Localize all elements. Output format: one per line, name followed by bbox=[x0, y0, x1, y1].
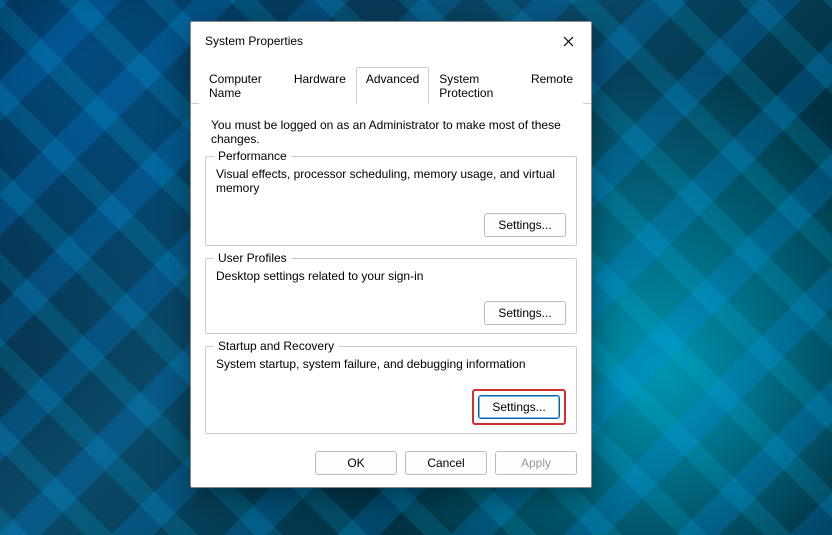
dialog-footer: OK Cancel Apply bbox=[191, 441, 591, 487]
group-startup-recovery-desc: System startup, system failure, and debu… bbox=[216, 357, 566, 371]
tab-content-advanced: You must be logged on as an Administrato… bbox=[191, 104, 591, 441]
apply-button[interactable]: Apply bbox=[495, 451, 577, 475]
group-performance-title: Performance bbox=[214, 149, 291, 163]
admin-note: You must be logged on as an Administrato… bbox=[211, 118, 577, 146]
group-user-profiles-title: User Profiles bbox=[214, 251, 291, 265]
group-user-profiles: User Profiles Desktop settings related t… bbox=[205, 258, 577, 334]
tab-advanced[interactable]: Advanced bbox=[356, 67, 429, 104]
ok-button[interactable]: OK bbox=[315, 451, 397, 475]
tab-system-protection[interactable]: System Protection bbox=[429, 67, 521, 104]
tab-strip: Computer Name Hardware Advanced System P… bbox=[191, 66, 591, 104]
group-performance: Performance Visual effects, processor sc… bbox=[205, 156, 577, 246]
group-startup-recovery-title: Startup and Recovery bbox=[214, 339, 338, 353]
cancel-button[interactable]: Cancel bbox=[405, 451, 487, 475]
group-user-profiles-desc: Desktop settings related to your sign-in bbox=[216, 269, 566, 283]
group-startup-recovery: Startup and Recovery System startup, sys… bbox=[205, 346, 577, 434]
titlebar: System Properties bbox=[191, 22, 591, 58]
highlight-annotation: Settings... bbox=[472, 389, 566, 425]
startup-recovery-settings-button[interactable]: Settings... bbox=[478, 395, 560, 419]
system-properties-dialog: System Properties Computer Name Hardware… bbox=[190, 21, 592, 488]
tab-hardware[interactable]: Hardware bbox=[284, 67, 356, 104]
user-profiles-settings-button[interactable]: Settings... bbox=[484, 301, 566, 325]
close-icon bbox=[563, 36, 574, 47]
performance-settings-button[interactable]: Settings... bbox=[484, 213, 566, 237]
tab-remote[interactable]: Remote bbox=[521, 67, 583, 104]
close-button[interactable] bbox=[557, 30, 579, 52]
group-performance-desc: Visual effects, processor scheduling, me… bbox=[216, 167, 566, 195]
window-title: System Properties bbox=[205, 34, 303, 48]
tab-computer-name[interactable]: Computer Name bbox=[199, 67, 284, 104]
